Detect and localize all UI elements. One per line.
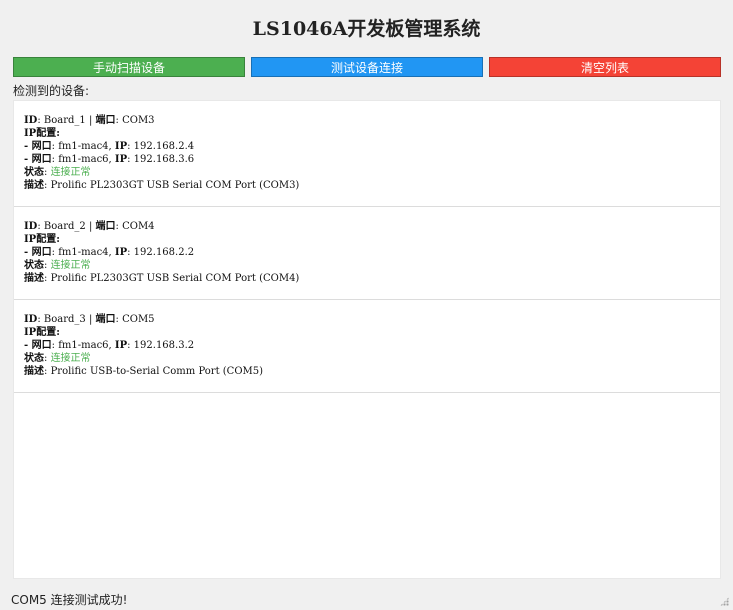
ip-address: 192.168.3.6 bbox=[133, 154, 195, 165]
interface-prefix: - 网口 bbox=[24, 340, 52, 351]
device-id-label: ID bbox=[24, 221, 38, 232]
clear-list-button[interactable]: 清空列表 bbox=[489, 57, 721, 77]
device-id-row: ID: Board_1 | 端口: COM3 bbox=[24, 115, 155, 126]
ip-label: IP bbox=[114, 154, 128, 165]
status-row: 状态: 连接正常 bbox=[24, 353, 91, 364]
resize-grip-icon[interactable] bbox=[720, 597, 729, 606]
description-row: 描述: Prolific USB-to-Serial Comm Port (CO… bbox=[24, 366, 264, 377]
ip-label: IP bbox=[114, 340, 128, 351]
interface-row: - 网口: fm1-mac6, IP: 192.168.3.6 bbox=[24, 154, 195, 165]
device-id-row: ID: Board_3 | 端口: COM5 bbox=[24, 314, 155, 325]
device-list[interactable]: ID: Board_1 | 端口: COM3 IP配置: - 网口: fm1-mac… bbox=[13, 100, 721, 579]
ip-config-label: IP配置: bbox=[24, 327, 60, 338]
device-port-label: 端口 bbox=[95, 221, 116, 232]
device-id: Board_2 bbox=[43, 221, 86, 232]
ip-config-row: IP配置: bbox=[24, 326, 720, 339]
interface-row: - 网口: fm1-mac4, IP: 192.168.2.2 bbox=[24, 247, 195, 258]
description-label: 描述 bbox=[24, 180, 44, 191]
description-label: 描述 bbox=[24, 366, 44, 377]
interface-name: fm1-mac4 bbox=[58, 141, 109, 152]
ip-address: 192.168.3.2 bbox=[133, 340, 195, 351]
device-id-row: ID: Board_2 | 端口: COM4 bbox=[24, 221, 155, 232]
status-value: 连接正常 bbox=[50, 167, 91, 178]
status-value: 连接正常 bbox=[50, 260, 91, 271]
interface-row: - 网口: fm1-mac4, IP: 192.168.2.4 bbox=[24, 141, 195, 152]
ip-label: IP bbox=[114, 141, 128, 152]
interface-row: - 网口: fm1-mac6, IP: 192.168.3.2 bbox=[24, 340, 195, 351]
scan-devices-button[interactable]: 手动扫描设备 bbox=[13, 57, 245, 77]
description-value: Prolific USB-to-Serial Comm Port (COM5) bbox=[50, 366, 264, 377]
ip-config-row: IP配置: bbox=[24, 127, 720, 140]
interface-name: fm1-mac4 bbox=[58, 247, 109, 258]
ip-config-row: IP配置: bbox=[24, 233, 720, 246]
description-row: 描述: Prolific PL2303GT USB Serial COM Por… bbox=[24, 273, 300, 284]
test-connection-button[interactable]: 测试设备连接 bbox=[251, 57, 483, 77]
device-id: Board_3 bbox=[43, 314, 86, 325]
interface-name: fm1-mac6 bbox=[58, 154, 109, 165]
device-port-label: 端口 bbox=[95, 115, 116, 126]
status-row: 状态: 连接正常 bbox=[24, 167, 91, 178]
ip-address: 192.168.2.4 bbox=[133, 141, 195, 152]
interface-prefix: - 网口 bbox=[24, 154, 52, 165]
device-list-label: 检测到的设备: bbox=[13, 84, 90, 98]
status-row: 状态: 连接正常 bbox=[24, 260, 91, 271]
description-value: Prolific PL2303GT USB Serial COM Port (C… bbox=[50, 273, 300, 284]
device-port: COM5 bbox=[122, 314, 155, 325]
device-id-label: ID bbox=[24, 115, 38, 126]
ip-address: 192.168.2.2 bbox=[133, 247, 195, 258]
status-label: 状态 bbox=[24, 260, 44, 271]
app-window: LS1046A开发板管理系统 手动扫描设备 测试设备连接 清空列表 检测到的设备… bbox=[0, 0, 733, 610]
device-port: COM4 bbox=[122, 221, 155, 232]
ip-config-label: IP配置: bbox=[24, 128, 60, 139]
device-port: COM3 bbox=[122, 115, 155, 126]
device-id-label: ID bbox=[24, 314, 38, 325]
device-entry[interactable]: ID: Board_2 | 端口: COM4 IP配置: - 网口: fm1-mac… bbox=[14, 207, 720, 300]
status-label: 状态 bbox=[24, 167, 44, 178]
description-label: 描述 bbox=[24, 273, 44, 284]
ip-label: IP bbox=[114, 247, 128, 258]
device-entry[interactable]: ID: Board_3 | 端口: COM5 IP配置: - 网口: fm1-mac… bbox=[14, 300, 720, 393]
device-entry[interactable]: ID: Board_1 | 端口: COM3 IP配置: - 网口: fm1-mac… bbox=[14, 101, 720, 207]
interface-name: fm1-mac6 bbox=[58, 340, 109, 351]
description-row: 描述: Prolific PL2303GT USB Serial COM Por… bbox=[24, 180, 300, 191]
description-value: Prolific PL2303GT USB Serial COM Port (C… bbox=[50, 180, 300, 191]
status-value: 连接正常 bbox=[50, 353, 91, 364]
app-title: LS1046A开发板管理系统 bbox=[252, 18, 481, 40]
status-bar-message: COM5 连接测试成功! bbox=[11, 593, 128, 607]
status-label: 状态 bbox=[24, 353, 44, 364]
interface-prefix: - 网口 bbox=[24, 247, 52, 258]
interface-prefix: - 网口 bbox=[24, 141, 52, 152]
ip-config-label: IP配置: bbox=[24, 234, 60, 245]
device-id: Board_1 bbox=[43, 115, 86, 126]
device-port-label: 端口 bbox=[95, 314, 116, 325]
